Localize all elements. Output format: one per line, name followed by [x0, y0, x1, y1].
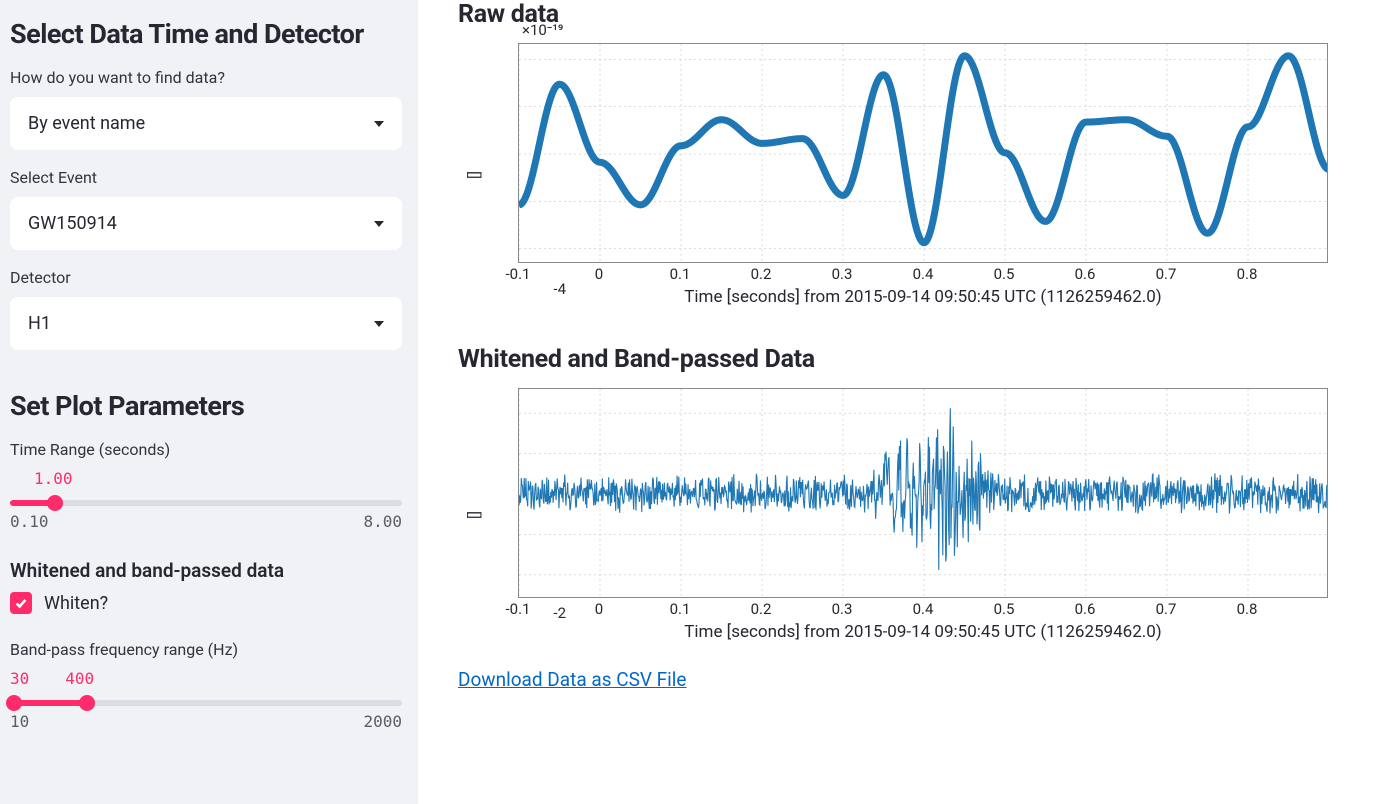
detector-label: Detector	[10, 268, 402, 287]
x-tick: 0.6	[1075, 265, 1096, 283]
chevron-down-icon	[374, 221, 384, 227]
y-exponent-label: ×10⁻¹⁹	[522, 21, 563, 39]
x-tick: 0.3	[832, 600, 853, 618]
x-tick: 0.3	[832, 265, 853, 283]
x-tick: 0.8	[1237, 265, 1258, 283]
x-tick: 0.5	[994, 265, 1015, 283]
x-tick-row: -0.100.10.20.30.40.50.60.70.8	[518, 598, 1328, 620]
x-tick: -0.1	[506, 600, 531, 618]
time-range-slider[interactable]: 1.00 0.10 8.00	[10, 469, 402, 531]
find-data-label: How do you want to find data?	[10, 68, 402, 87]
time-range-min: 0.10	[10, 512, 49, 531]
slider-track[interactable]	[10, 500, 402, 506]
find-data-select[interactable]: By event name	[10, 97, 402, 150]
whitened-data-title: Whitened and Band-passed Data	[458, 345, 1382, 374]
x-tick: -0.1	[506, 265, 531, 283]
x-tick-row: -0.100.10.20.30.40.50.60.70.8	[518, 263, 1328, 285]
main-content: Raw data ×10⁻¹⁹ [] 4 2 0 -2 -4 -0.100.10…	[418, 0, 1400, 804]
detector-value: H1	[28, 313, 51, 334]
chevron-down-icon	[374, 321, 384, 327]
section-title-data: Select Data Time and Detector	[10, 18, 402, 50]
x-tick: 0	[595, 265, 603, 283]
select-event-value: GW150914	[28, 213, 117, 234]
x-tick: 0.1	[670, 600, 691, 618]
bandpass-high-value: 400	[65, 669, 94, 688]
whitened-data-chart: [] 2 1 0 -1 -2 -0.100.10.20.30.40.50.60.…	[518, 388, 1382, 642]
find-data-value: By event name	[28, 113, 145, 134]
time-range-label: Time Range (seconds)	[10, 440, 402, 459]
slider-track[interactable]	[10, 700, 402, 706]
select-event-label: Select Event	[10, 168, 402, 187]
sidebar: Select Data Time and Detector How do you…	[0, 0, 418, 804]
x-axis-label: Time [seconds] from 2015-09-14 09:50:45 …	[518, 287, 1328, 307]
detector-select[interactable]: H1	[10, 297, 402, 350]
raw-data-title: Raw data	[458, 0, 1382, 29]
raw-data-chart: ×10⁻¹⁹ [] 4 2 0 -2 -4 -0.100.10.20.30.40…	[518, 43, 1382, 307]
x-tick: 0.6	[1075, 600, 1096, 618]
x-tick: 0.4	[913, 600, 934, 618]
y-axis-label: []	[465, 511, 483, 519]
x-tick: 0.2	[751, 265, 772, 283]
slider-thumb-low[interactable]	[6, 695, 22, 711]
x-tick: 0.8	[1237, 600, 1258, 618]
x-tick: 0.4	[913, 265, 934, 283]
plot-area	[518, 388, 1328, 598]
x-tick: 0.5	[994, 600, 1015, 618]
slider-thumb[interactable]	[47, 495, 63, 511]
bandpass-low-value: 30	[10, 669, 29, 688]
section-title-plot: Set Plot Parameters	[10, 390, 402, 422]
whiten-heading: Whitened and band-passed data	[10, 559, 402, 582]
whiten-checkbox[interactable]	[10, 592, 32, 614]
x-tick: 0.7	[1156, 265, 1177, 283]
select-event-select[interactable]: GW150914	[10, 197, 402, 250]
bandpass-min: 10	[10, 712, 29, 731]
chart-svg	[519, 389, 1328, 598]
x-tick: 0	[595, 600, 603, 618]
bandpass-label: Band-pass frequency range (Hz)	[10, 640, 402, 659]
x-axis-label: Time [seconds] from 2015-09-14 09:50:45 …	[518, 622, 1328, 642]
slider-thumb-high[interactable]	[79, 695, 95, 711]
whiten-checkbox-row[interactable]: Whiten?	[10, 592, 402, 614]
check-icon	[14, 596, 28, 610]
whiten-checkbox-label: Whiten?	[44, 593, 108, 614]
x-tick: 0.1	[670, 265, 691, 283]
x-tick: 0.2	[751, 600, 772, 618]
chevron-down-icon	[374, 121, 384, 127]
y-axis-label: []	[465, 171, 483, 179]
time-range-max: 8.00	[363, 512, 402, 531]
plot-area	[518, 43, 1328, 263]
x-tick: 0.7	[1156, 600, 1177, 618]
time-range-value: 1.00	[34, 469, 402, 488]
chart-svg	[519, 44, 1328, 263]
download-csv-link[interactable]: Download Data as CSV File	[458, 668, 687, 691]
bandpass-slider[interactable]: 30 400 10 2000	[10, 669, 402, 731]
bandpass-max: 2000	[363, 712, 402, 731]
